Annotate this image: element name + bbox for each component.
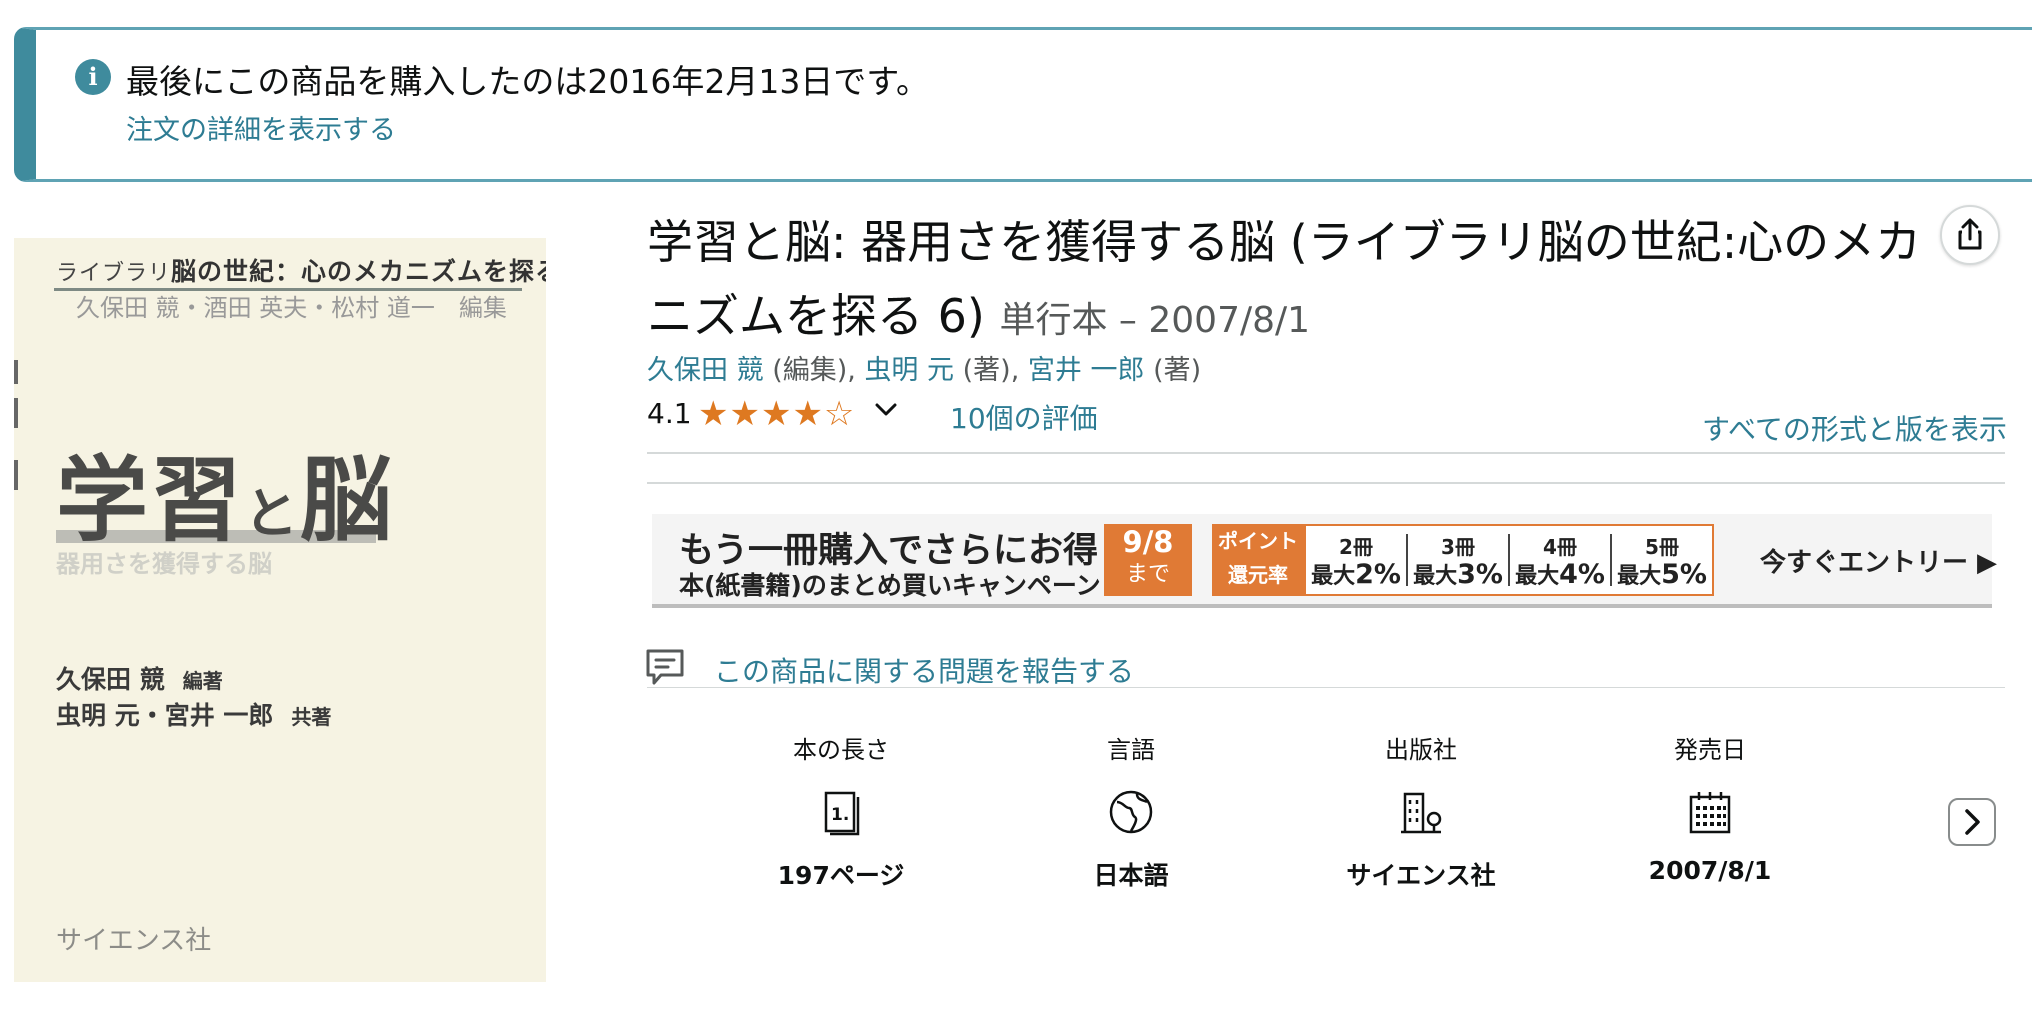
point-tiers: 2冊 最大2% 3冊 最大3% 4冊 最大4% 5冊 最大5% bbox=[1304, 524, 1714, 596]
author-link[interactable]: 久保田 競 bbox=[647, 355, 764, 386]
campaign-banner[interactable]: もう一冊購入でさらにお得 本(紙書籍)のまとめ買いキャンペーン 9/8 まで ポ… bbox=[652, 514, 1997, 608]
ratings-count-link[interactable]: 10個の評価 bbox=[950, 397, 1098, 437]
cover-author-1: 久保田 競編著 bbox=[56, 665, 223, 694]
share-icon bbox=[1958, 218, 1982, 250]
share-button[interactable] bbox=[1940, 205, 2000, 265]
tier-item: 4冊 最大4% bbox=[1510, 534, 1612, 590]
rating-value: 4.1 bbox=[647, 397, 692, 430]
author-role: (著) bbox=[962, 355, 1011, 386]
chevron-right-icon bbox=[1965, 809, 1980, 835]
book-cover-image[interactable]: ライブラリ脳の世紀：心のメカニズムを探る6 久保田 競・酒田 英夫・松村 道一 … bbox=[14, 238, 546, 982]
cover-edge-mark bbox=[14, 360, 18, 384]
cover-edge-mark bbox=[14, 398, 18, 428]
author-link[interactable]: 宮井 一郎 bbox=[1028, 355, 1145, 386]
cover-edge-mark bbox=[14, 460, 18, 490]
campaign-entry-link[interactable]: 今すぐエントリー ▶ bbox=[1760, 542, 1997, 579]
report-issue-link[interactable]: この商品に関する問題を報告する bbox=[714, 650, 1134, 690]
cover-editors: 久保田 競・酒田 英夫・松村 道一 編集 bbox=[76, 294, 507, 322]
campaign-deadline: 9/8 まで bbox=[1104, 524, 1192, 596]
author-role: (著) bbox=[1153, 355, 1202, 386]
attribute-value: 197ページ bbox=[777, 861, 905, 890]
divider bbox=[647, 482, 2005, 484]
carousel-next-button[interactable] bbox=[1948, 798, 1996, 846]
cover-publisher: サイエンス社 bbox=[56, 926, 212, 956]
globe-icon bbox=[1109, 790, 1153, 834]
cover-title: 学習と脳 bbox=[56, 447, 395, 554]
attribute-label: 本の長さ bbox=[793, 736, 889, 764]
book-pages-icon: 1. bbox=[824, 791, 860, 836]
building-icon bbox=[1401, 792, 1442, 834]
star-rating[interactable]: ★★★★☆ bbox=[698, 394, 855, 434]
author-link[interactable]: 虫明 元 bbox=[864, 355, 954, 386]
tier-item: 3冊 最大3% bbox=[1408, 534, 1510, 590]
purchase-notice-message: 最後にこの商品を購入したのは2016年2月13日です。 bbox=[126, 62, 930, 101]
tier-item: 2冊 最大2% bbox=[1306, 534, 1408, 590]
cover-author-2: 虫明 元・宮井 一郎 共著 bbox=[56, 701, 332, 730]
tier-item: 5冊 最大5% bbox=[1617, 535, 1707, 590]
attribute-value: 2007/8/1 bbox=[1648, 856, 1772, 885]
product-title: 学習と脳: 器用さを獲得する脳 (ライブラリ脳の世紀:心のメカニズムを探る 6)… bbox=[647, 205, 1947, 358]
cover-subtitle: 器用さを獲得する脳 bbox=[56, 550, 272, 578]
author-list: 久保田 競 (編集), 虫明 元 (著), 宮井 一郎 (著) bbox=[647, 355, 1202, 386]
point-rate-label: ポイント 還元率 bbox=[1212, 524, 1304, 596]
divider bbox=[647, 687, 2005, 688]
attribute-label: 発売日 bbox=[1674, 736, 1746, 764]
chevron-down-icon[interactable] bbox=[872, 396, 900, 424]
divider bbox=[647, 452, 2005, 454]
attribute-value: サイエンス社 bbox=[1346, 861, 1496, 890]
svg-text:1.: 1. bbox=[831, 805, 849, 825]
attribute-publisher: 出版社 サイエンス社 bbox=[1301, 730, 1541, 892]
attribute-value: 日本語 bbox=[1093, 861, 1169, 890]
info-icon: i bbox=[75, 59, 111, 95]
attribute-page-count: 本の長さ 1. 197ページ bbox=[721, 730, 961, 892]
feedback-icon[interactable] bbox=[645, 647, 685, 687]
binding-date: 単行本 – 2007/8/1 bbox=[999, 300, 1311, 341]
author-role: (編集) bbox=[772, 355, 848, 386]
attribute-language: 言語 日本語 bbox=[1011, 730, 1251, 892]
cover-series: ライブラリ脳の世紀：心のメカニズムを探る6 bbox=[56, 252, 546, 288]
all-formats-link[interactable]: すべての形式と版を表示 bbox=[1702, 408, 2007, 448]
attribute-release-date: 発売日 2007/8/1 bbox=[1590, 730, 1830, 885]
calendar-icon bbox=[1689, 792, 1731, 834]
attribute-label: 言語 bbox=[1107, 736, 1155, 764]
order-details-link[interactable]: 注文の詳細を表示する bbox=[126, 108, 396, 147]
attribute-label: 出版社 bbox=[1385, 736, 1457, 764]
campaign-subline: 本(紙書籍)のまとめ買いキャンペーン bbox=[679, 571, 1101, 600]
purchase-notice bbox=[14, 27, 2032, 182]
